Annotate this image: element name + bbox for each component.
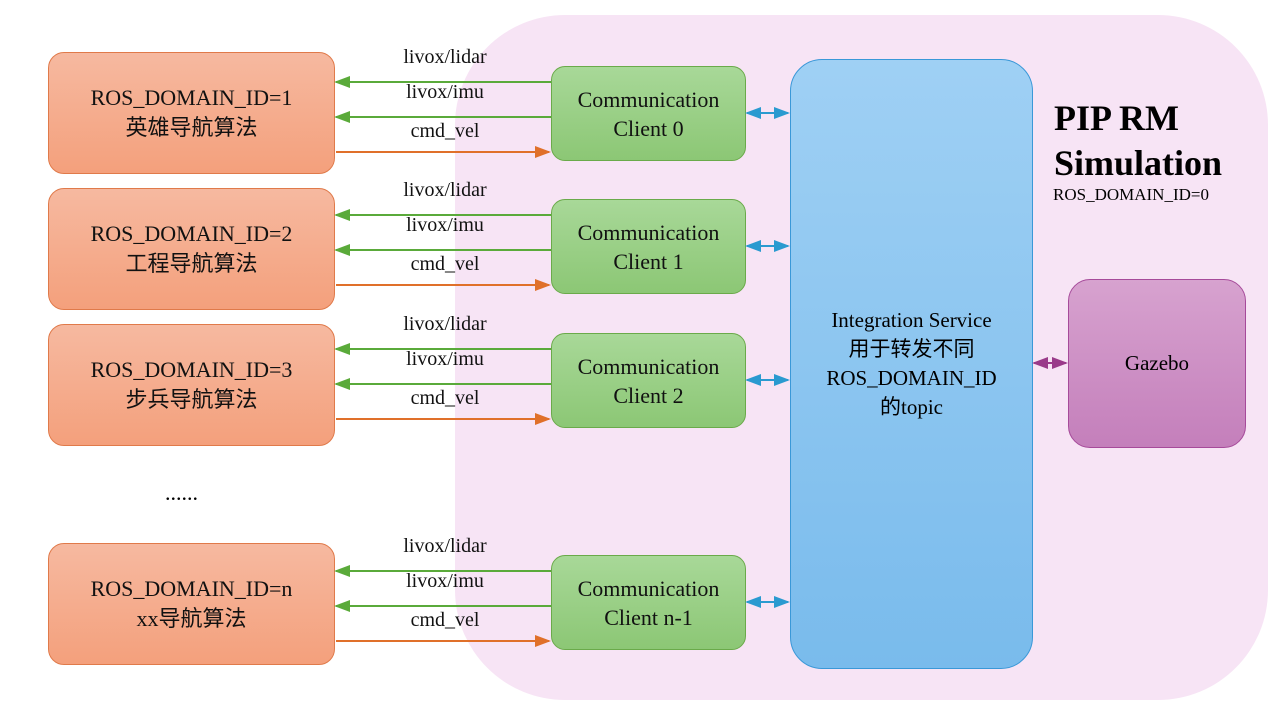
arrows-layer bbox=[334, 76, 1068, 647]
